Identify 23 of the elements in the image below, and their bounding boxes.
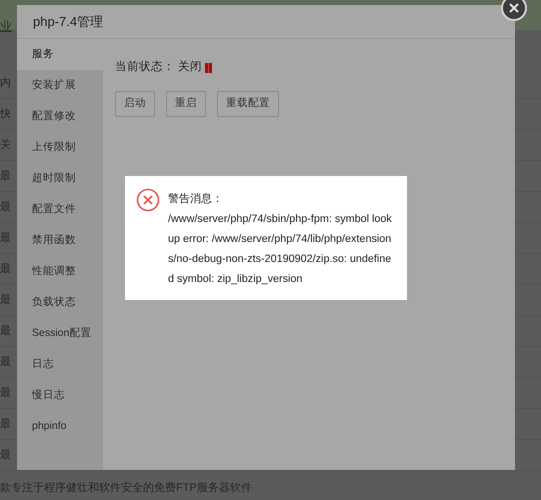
sidebar-item[interactable]: 超时限制 [17, 163, 103, 194]
sidebar-item[interactable]: 服务 [17, 39, 103, 70]
status-value: 关闭 [178, 60, 202, 75]
sidebar-item[interactable]: 安装扩展 [17, 70, 103, 101]
sidebar-item[interactable]: 负载状态 [17, 287, 103, 318]
sidebar-item[interactable]: 禁用函数 [17, 225, 103, 256]
sidebar-item[interactable]: phpinfo [17, 411, 103, 442]
error-icon [136, 188, 160, 212]
sidebar-item[interactable]: 配置文件 [17, 194, 103, 225]
dialog-title: php-7.4管理 [33, 12, 104, 31]
close-icon [508, 2, 520, 14]
sidebar-item[interactable]: 上传限制 [17, 132, 103, 163]
alert-message: /www/server/php/74/sbin/php-fpm: symbol lookup error: /www/server/php/74/lib/php/extensions/no-debug-non-zts-20190902/zip.so: undefined symbol: zip_libzip_version [168, 212, 393, 287]
sidebar-item[interactable]: 日志 [17, 349, 103, 380]
action-button[interactable]: 重启 [166, 91, 206, 117]
action-button[interactable]: 重载配置 [217, 91, 279, 117]
sidebar-item[interactable]: 性能调整 [17, 256, 103, 287]
action-button[interactable]: 启动 [115, 91, 155, 117]
sidebar-item[interactable]: 慢日志 [17, 380, 103, 411]
sidebar-item[interactable]: 配置修改 [17, 101, 103, 132]
status-label: 当前状态： [115, 60, 175, 75]
alert-title: 警告消息： [168, 192, 224, 207]
sidebar-item[interactable]: Session配置 [17, 318, 103, 349]
